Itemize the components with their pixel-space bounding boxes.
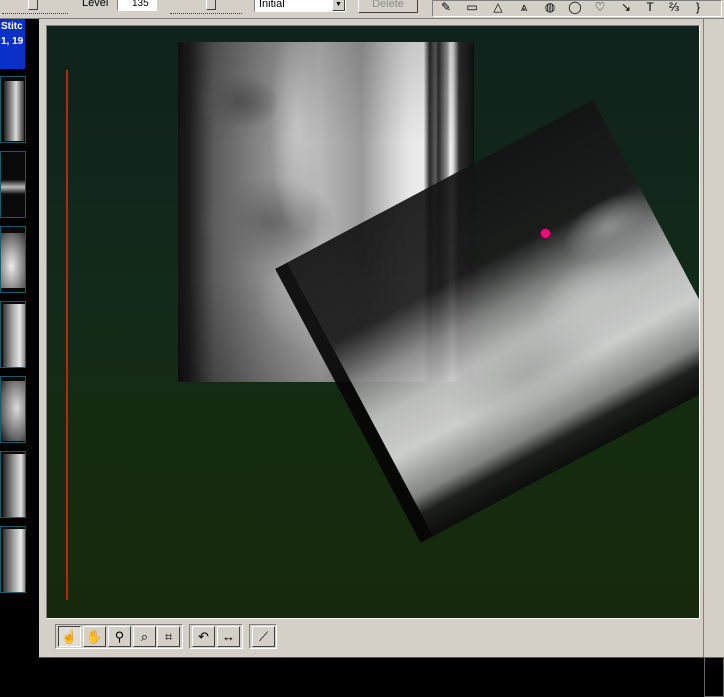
thumbnail-1-image [4, 81, 24, 141]
thumbnail-7[interactable] [0, 526, 26, 593]
thumbnail-4-image [3, 304, 25, 367]
level-slider-group [168, 0, 248, 18]
crop-icon[interactable]: ⌗ [157, 626, 180, 647]
status-area [39, 657, 724, 697]
window-slider-group [0, 0, 80, 18]
stitch-ruler-line[interactable] [66, 70, 68, 600]
thumbnail-7-image [3, 529, 25, 592]
corner-box [704, 657, 724, 697]
rotate-icon[interactable]: ↶ [192, 626, 215, 647]
active-series-tab[interactable]: Stitc 1, 19 [0, 19, 25, 69]
thumbnail-1[interactable] [0, 76, 26, 143]
thumbnail-4[interactable] [0, 301, 26, 368]
select-hand-icon[interactable]: ☝ [58, 626, 81, 647]
hatch-ellipse-icon[interactable]: ◍ [539, 0, 561, 16]
wand-icon[interactable]: ⟋ [252, 626, 275, 647]
numbering-icon[interactable]: ⅔ [663, 0, 685, 16]
level-input[interactable]: 135 [117, 0, 157, 11]
navigation-tools: ☝ ✋ ⚲ ⌕ ⌗ [55, 624, 183, 649]
thumbnail-2-image [1, 180, 25, 194]
preset-select[interactable]: Initial ▼ [254, 0, 346, 12]
bracket-icon[interactable]: } [687, 0, 709, 16]
angle-icon[interactable]: △ [487, 0, 509, 16]
arrow-icon[interactable]: ↘ [615, 0, 637, 16]
thumbnail-5[interactable] [0, 376, 26, 443]
thumbnail-2[interactable] [0, 151, 26, 218]
pencil-icon[interactable]: ✎ [435, 0, 457, 16]
thumbnail-3-image [1, 233, 25, 288]
thumbnail-3[interactable] [0, 226, 26, 293]
auto-tools: ⟋ [249, 624, 277, 649]
pan-hand-icon[interactable]: ✋ [83, 626, 106, 647]
thumbnail-5-image [1, 381, 25, 441]
zoom-icon[interactable]: ⌕ [133, 626, 156, 647]
transform-tools: ↶ ↔ [189, 624, 243, 649]
stitching-workspace: Level 135 Initial ▼ Delete ✎ ▭ △ ⩓ ◍ ◯ ♡… [0, 0, 724, 697]
ellipse-icon[interactable]: ◯ [564, 0, 586, 16]
stitch-marker-dot[interactable] [540, 228, 551, 239]
pin-icon[interactable]: ⚲ [108, 626, 131, 647]
delete-button[interactable]: Delete [358, 0, 418, 13]
ruler-icon[interactable]: ▭ [461, 0, 483, 16]
flip-horizontal-icon[interactable]: ↔ [217, 626, 240, 647]
preset-select-value: Initial [259, 0, 285, 10]
image-canvas[interactable] [47, 26, 699, 618]
window-slider-thumb[interactable] [28, 0, 38, 10]
annotation-toolbar: ✎ ▭ △ ⩓ ◍ ◯ ♡ ↘ T ⅔ } [432, 0, 722, 17]
level-slider-thumb[interactable] [206, 0, 216, 10]
panel-divider [27, 19, 39, 697]
thumbnail-6[interactable] [0, 451, 26, 518]
text-icon[interactable]: T [639, 0, 661, 16]
active-series-tab-line2: 1, 19 [1, 36, 24, 47]
viewer-toolbar: ☝ ✋ ⚲ ⌕ ⌗ ↶ ↔ ⟋ [47, 621, 699, 653]
top-toolbar: Level 135 Initial ▼ Delete ✎ ▭ △ ⩓ ◍ ◯ ♡… [0, 0, 724, 19]
chevron-down-icon[interactable]: ▼ [332, 0, 345, 11]
freehand-region-icon[interactable]: ♡ [589, 0, 611, 16]
thumbnail-6-image [3, 454, 25, 517]
right-panel-edge [703, 19, 724, 657]
level-label: Level [82, 0, 109, 9]
cobb-angle-icon[interactable]: ⩓ [513, 0, 535, 16]
active-series-tab-line1: Stitc [1, 21, 23, 32]
